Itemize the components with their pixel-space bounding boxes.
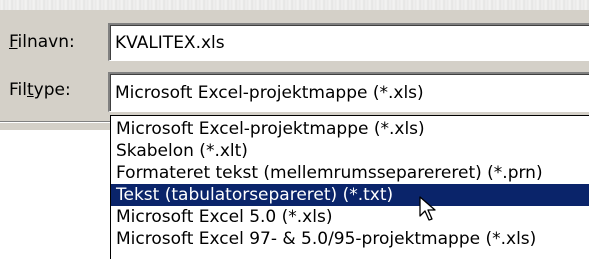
filetype-label-prefix: Fil bbox=[9, 80, 27, 100]
save-as-dialog: Filnavn: KVALITEX.xls Filtype: Microsoft… bbox=[0, 0, 589, 130]
filetype-label-mnemonic: t bbox=[27, 80, 34, 100]
filename-label: Filnavn: bbox=[9, 32, 75, 52]
filetype-option[interactable]: Microsoft Excel 5.0 (*.xls) bbox=[114, 206, 338, 228]
separator-line-light bbox=[0, 122, 110, 123]
filetype-label: Filtype: bbox=[9, 80, 71, 100]
filetype-option[interactable]: Microsoft Excel-projektmappe (*.xls) bbox=[114, 118, 431, 140]
filetype-option[interactable]: Skabelon (*.xlt) bbox=[114, 140, 254, 162]
filename-label-rest: ilnavn: bbox=[17, 32, 75, 52]
filename-input-value: KVALITEX.xls bbox=[115, 33, 225, 53]
filetype-select-value: Microsoft Excel-projektmappe (*.xls) bbox=[115, 83, 424, 103]
filetype-select[interactable]: Microsoft Excel-projektmappe (*.xls) bbox=[108, 72, 589, 112]
dialog-top-edge bbox=[0, 0, 589, 10]
filename-input[interactable]: KVALITEX.xls bbox=[108, 23, 589, 61]
filetype-option[interactable]: Formateret tekst (mellemrumsseparereret)… bbox=[114, 162, 549, 184]
filename-label-mnemonic: F bbox=[9, 32, 18, 52]
filetype-label-rest: ype: bbox=[33, 80, 71, 100]
arrow-cursor-icon bbox=[419, 196, 436, 221]
filetype-dropdown-list[interactable]: Microsoft Excel-projektmappe (*.xls) Ska… bbox=[110, 115, 589, 259]
filetype-option-selected[interactable]: Tekst (tabulatorsepareret) (*.txt) bbox=[111, 184, 589, 206]
filetype-option[interactable]: Microsoft Excel 97- & 5.0/95-projektmapp… bbox=[114, 228, 542, 250]
